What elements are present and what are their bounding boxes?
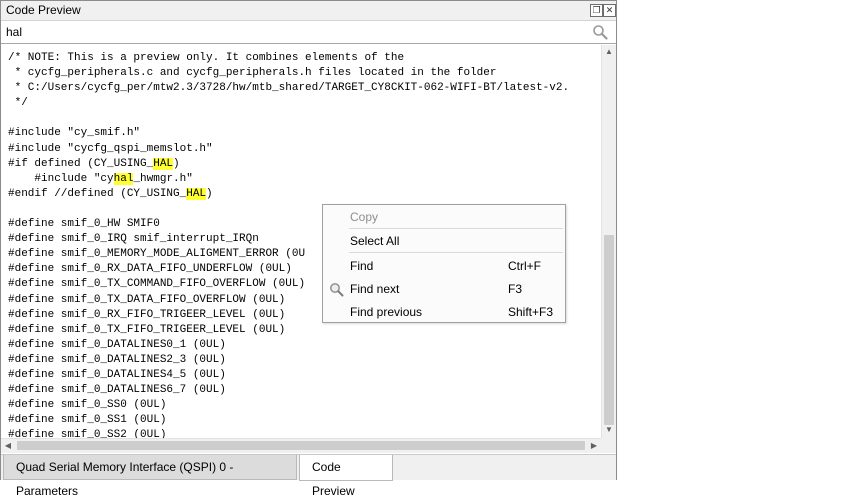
tab-qspi-parameters[interactable]: Quad Serial Memory Interface (QSPI) 0 - … [3,455,297,498]
code-line: #define smif_0_SS1 (0UL) [8,414,166,426]
code-line: */ [8,97,28,109]
tab-bar: Quad Serial Memory Interface (QSPI) 0 - … [1,454,616,498]
code-segment: #endif //defined (CY_USING_ [8,187,187,200]
panel-titlebar: Code Preview ❐ ✕ [1,1,616,21]
code-line: #define smif_0_IRQ smif_interrupt_IRQn [8,233,259,245]
vertical-scroll-thumb[interactable] [604,235,614,425]
scroll-up-icon[interactable]: ▲ [602,45,616,59]
horizontal-scrollbar[interactable]: ◀ ▶ [1,438,601,453]
menu-item-select-all-label: Select All [350,234,400,248]
code-line: #define smif_0_TX_COMMAND_FIFO_OVERFLOW … [8,278,305,290]
context-menu: Copy Select All Find Ctrl+F Find next F3… [322,204,566,323]
code-line: /* NOTE: This is a preview only. It comb… [8,52,404,64]
code-segment: #include "cy_smif.h" [8,127,141,140]
search-icon[interactable] [592,24,608,40]
search-bar [1,21,616,44]
code-segment: #define smif_0_DATALINES6_7 (0UL) [8,384,226,397]
tab-code-preview[interactable]: Code Preview [299,455,393,498]
code-line: #define smif_0_DATALINES6_7 (0UL) [8,384,226,396]
scroll-right-icon[interactable]: ▶ [587,439,601,453]
code-segment: #define smif_0_TX_FIFO_TRIGEER_LEVEL (0U… [8,323,286,336]
code-line: #if defined (CY_USING_HAL) [8,157,180,170]
code-segment: #define smif_0_IRQ smif_interrupt_IRQn [8,233,259,246]
menu-separator [349,252,563,253]
close-icon[interactable]: ✕ [603,4,616,17]
code-segment: #include "cycfg_qspi_memslot.h" [8,142,213,155]
code-segment: ) [173,157,180,170]
menu-item-find-shortcut: Ctrl+F [508,259,541,273]
code-segment: #define smif_0_TX_COMMAND_FIFO_OVERFLOW … [8,278,306,291]
code-segment: #define smif_0_DATALINES0_1 (0UL) [8,338,226,351]
code-segment: #define smif_0_SS1 (0UL) [8,414,167,427]
code-line: #define smif_0_DATALINES0_1 (0UL) [8,339,226,351]
code-line: #define smif_0_SS0 (0UL) [8,399,166,411]
code-segment: #define smif_0_TX_DATA_FIFO_OVERFLOW (0U… [8,293,286,306]
code-line: #define smif_0_MEMORY_MODE_ALIGMENT_ERRO… [8,248,305,260]
code-segment: #define smif_0_SS2 (0UL) [8,429,167,438]
menu-item-find-next-label: Find next [350,282,400,296]
code-segment: #define smif_0_HW SMIF0 [8,218,160,231]
menu-separator [349,228,563,229]
code-segment: #define smif_0_RX_DATA_FIFO_UNDERFLOW (0… [8,263,292,276]
code-line: #define smif_0_RX_FIFO_TRIGEER_LEVEL (0U… [8,309,285,321]
search-highlight: HAL [153,157,174,170]
code-segment: * C:/Users/cycfg_per/mtw2.3/3728/hw/mtb_… [8,82,570,95]
code-segment: #define smif_0_DATALINES2_3 (0UL) [8,353,226,366]
scrollbar-corner [601,438,616,453]
panel-title: Code Preview [6,3,81,17]
code-line: * C:/Users/cycfg_per/mtw2.3/3728/hw/mtb_… [8,82,570,95]
menu-item-find-next[interactable]: Find next F3 [323,279,565,299]
menu-item-find-previous-shortcut: Shift+F3 [508,305,554,319]
menu-item-copy[interactable]: Copy [323,207,565,227]
code-segment: #include "cy [8,172,114,185]
restore-icon[interactable]: ❐ [590,4,603,17]
code-line: #define smif_0_TX_DATA_FIFO_OVERFLOW (0U… [8,294,285,306]
vertical-scrollbar[interactable]: ▲ ▼ [601,45,616,438]
code-line: #include "cyhal_hwmgr.h" [8,172,193,185]
code-segment: */ [8,97,28,110]
code-segment: _hwmgr.h" [133,172,193,185]
code-segment: #define smif_0_MEMORY_MODE_ALIGMENT_ERRO… [8,248,306,261]
search-highlight: hal [113,172,134,185]
menu-item-find-label: Find [350,259,374,273]
menu-item-find-previous-label: Find previous [350,305,423,319]
code-line: #define smif_0_SS2 (0UL) [8,429,166,438]
menu-item-find-previous[interactable]: Find previous Shift+F3 [323,302,565,322]
search-input[interactable] [4,24,588,40]
code-line: * cycfg_peripherals.c and cycfg_peripher… [8,67,497,80]
menu-item-find-next-shortcut: F3 [508,282,523,296]
code-line: #define smif_0_DATALINES2_3 (0UL) [8,354,226,366]
code-segment: #if defined (CY_USING_ [8,157,154,170]
code-segment: /* NOTE: This is a preview only. It comb… [8,52,405,64]
code-line: #define smif_0_DATALINES4_5 (0UL) [8,369,226,381]
menu-item-select-all[interactable]: Select All [323,231,565,251]
code-line: #endif //defined (CY_USING_HAL) [8,187,213,200]
code-line: #include "cy_smif.h" [8,127,140,139]
magnifier-icon [330,283,344,297]
code-line: #define smif_0_TX_FIFO_TRIGEER_LEVEL (0U… [8,324,285,336]
code-segment: #define smif_0_DATALINES4_5 (0UL) [8,368,226,381]
horizontal-scroll-thumb[interactable] [17,441,585,450]
code-segment: #define smif_0_RX_FIFO_TRIGEER_LEVEL (0U… [8,308,286,321]
search-highlight: HAL [186,187,207,200]
menu-item-copy-label: Copy [350,210,379,224]
code-segment: * cycfg_peripherals.c and cycfg_peripher… [8,67,497,80]
menu-item-find[interactable]: Find Ctrl+F [323,256,565,276]
scroll-left-icon[interactable]: ◀ [1,439,15,453]
code-line: #define smif_0_RX_DATA_FIFO_UNDERFLOW (0… [8,263,292,275]
code-segment: #define smif_0_SS0 (0UL) [8,399,167,412]
code-line: #include "cycfg_qspi_memslot.h" [8,143,213,155]
scroll-down-icon[interactable]: ▼ [602,423,616,437]
code-segment: ) [206,187,213,200]
code-line: #define smif_0_HW SMIF0 [8,218,160,230]
